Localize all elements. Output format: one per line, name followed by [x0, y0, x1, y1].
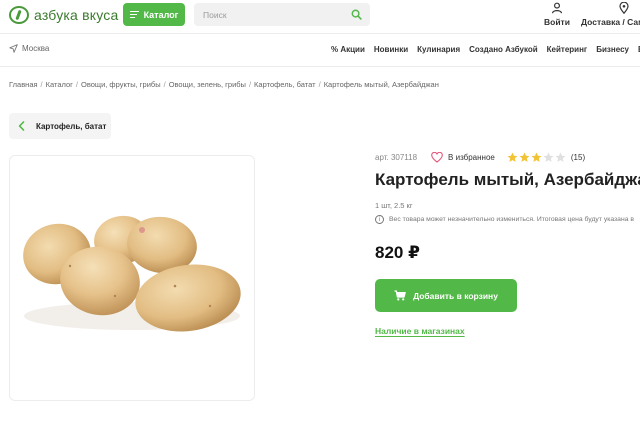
logo-text: азбука вкуса: [34, 7, 119, 23]
cart-icon: [394, 290, 406, 301]
star-empty-icon: [555, 152, 566, 162]
logo-mark-icon: [9, 6, 29, 24]
product-price: 820 ₽: [375, 243, 420, 262]
back-to-category-button[interactable]: Картофель, батат: [9, 113, 111, 139]
search-input[interactable]: [194, 9, 344, 20]
product-weight: 1 шт, 2.5 кг: [375, 201, 413, 210]
login-button[interactable]: Войти: [544, 2, 570, 27]
breadcrumb-item[interactable]: Овощи, фрукты, грибы: [81, 80, 161, 89]
rating-stars: [507, 152, 566, 163]
catalog-label: Каталог: [143, 9, 179, 20]
nav-link-promo[interactable]: % Акции: [331, 45, 365, 54]
city-label: Москва: [22, 44, 50, 53]
nav-divider: [0, 66, 640, 67]
breadcrumb-separator: /: [318, 80, 321, 89]
star-filled-icon: [507, 152, 518, 162]
weight-notice: i Вес товара может незначительно изменит…: [375, 215, 640, 224]
breadcrumb-separator: /: [40, 80, 43, 89]
search-box: [194, 3, 370, 26]
nav-links: % Акции Новинки Кулинария Создано Азбуко…: [331, 45, 640, 54]
nav-link-catering[interactable]: Кейтеринг: [547, 45, 588, 54]
breadcrumb-item[interactable]: Овощи, зелень, грибы: [169, 80, 246, 89]
menu-icon: [129, 11, 139, 19]
top-bar: азбука вкуса Каталог Войти Доставка / Са…: [0, 0, 640, 32]
nav-bar: Москва % Акции Новинки Кулинария Создано…: [0, 34, 640, 65]
search-icon[interactable]: [351, 9, 362, 20]
star-filled-icon: [531, 152, 542, 162]
user-icon: [551, 2, 563, 14]
reviews-count[interactable]: (15): [571, 153, 585, 162]
breadcrumb-separator: /: [248, 80, 252, 89]
breadcrumb: Главная / Каталог / Овощи, фрукты, грибы…: [9, 80, 439, 89]
breadcrumb-separator: /: [163, 80, 166, 89]
article-number: арт. 307118: [375, 153, 418, 162]
add-to-cart-label: Добавить в корзину: [413, 290, 498, 301]
breadcrumb-item[interactable]: Картофель, батат: [254, 80, 316, 89]
breadcrumb-current: Картофель мытый, Азербайджан: [323, 80, 439, 89]
breadcrumb-separator: /: [75, 80, 78, 89]
city-selector[interactable]: Москва: [9, 44, 49, 53]
location-pin-icon: [619, 2, 629, 14]
logo[interactable]: азбука вкуса: [9, 6, 118, 24]
chevron-left-icon: [18, 121, 25, 131]
catalog-button[interactable]: Каталог: [123, 3, 185, 26]
heart-icon: [431, 152, 443, 163]
nav-link-culinary[interactable]: Кулинария: [417, 45, 460, 54]
breadcrumb-item[interactable]: Главная: [9, 80, 38, 89]
add-to-favorites-button[interactable]: В избранное: [431, 152, 495, 163]
nav-link-business[interactable]: Бизнесу: [596, 45, 629, 54]
login-label: Войти: [544, 17, 570, 27]
product-title: Картофель мытый, Азербайджан: [375, 170, 640, 189]
info-icon: i: [375, 215, 384, 224]
favorite-label: В избранное: [448, 153, 495, 162]
back-button-label: Картофель, батат: [36, 121, 107, 131]
delivery-button[interactable]: Доставка / Сам: [581, 2, 640, 27]
star-filled-icon: [519, 152, 530, 162]
delivery-label: Доставка / Сам: [581, 17, 640, 27]
breadcrumb-item[interactable]: Каталог: [46, 80, 73, 89]
product-meta: арт. 307118 В избранное (15): [375, 152, 585, 163]
weight-notice-text: Вес товара может незначительно изменитьс…: [389, 216, 634, 223]
star-empty-icon: [543, 152, 554, 162]
product-image: [23, 215, 241, 332]
product-image-card[interactable]: [9, 155, 255, 401]
nav-link-new[interactable]: Новинки: [374, 45, 408, 54]
add-to-cart-button[interactable]: Добавить в корзину: [375, 279, 517, 312]
store-availability-link[interactable]: Наличие в магазинах: [375, 326, 465, 336]
location-arrow-icon: [9, 44, 18, 53]
nav-link-own-brand[interactable]: Создано Азбукой: [469, 45, 538, 54]
